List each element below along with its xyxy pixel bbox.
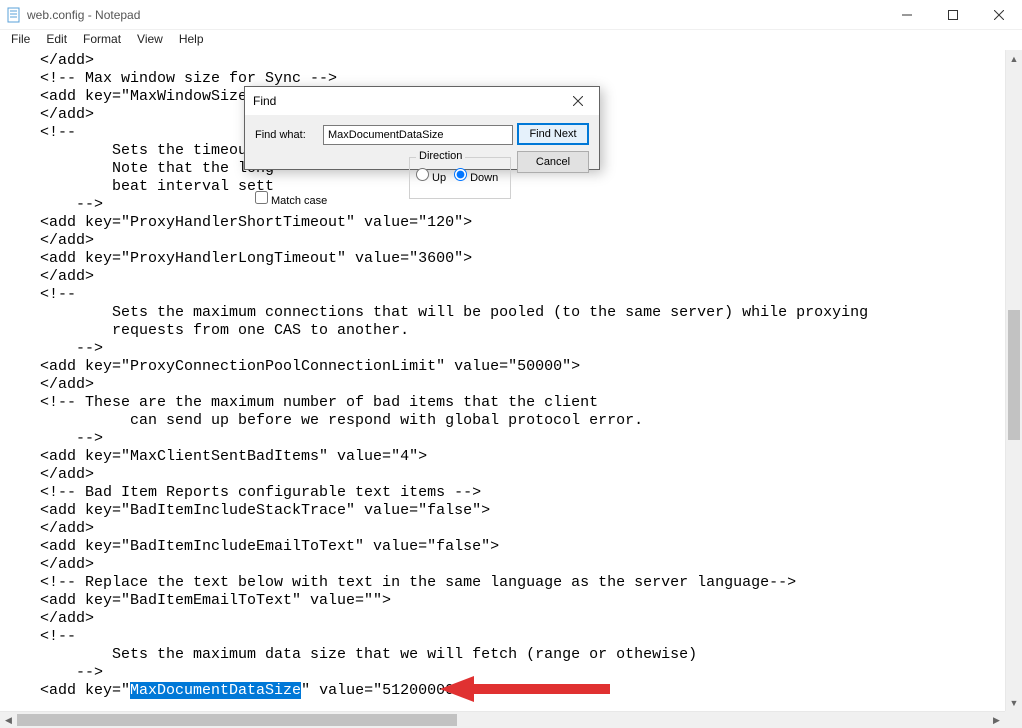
maximize-button[interactable] [930,0,976,30]
text-line: </add> [4,268,1020,286]
find-dialog-title: Find [253,94,563,108]
text-line: <!-- [4,628,1020,646]
find-what-input[interactable] [323,125,513,145]
text-line: --> [4,664,1020,682]
vertical-scrollbar[interactable]: ▲ ▼ [1005,50,1022,711]
menu-file[interactable]: File [4,30,37,48]
text-line: <!-- Replace the text below with text in… [4,574,1020,592]
find-dialog: Find Find what: Find Next Cancel Directi… [244,86,600,170]
titlebar: web.config - Notepad [0,0,1022,30]
find-close-button[interactable] [563,90,593,112]
text-line: <add key="ProxyHandlerShortTimeout" valu… [4,214,1020,232]
close-button[interactable] [976,0,1022,30]
find-next-button[interactable]: Find Next [517,123,589,145]
scroll-right-arrow[interactable]: ▶ [988,715,1005,726]
text-line: can send up before we respond with globa… [4,412,1020,430]
menubar: File Edit Format View Help [0,30,1022,50]
text-line: <!-- Bad Item Reports configurable text … [4,484,1020,502]
text-line: <add key="BadItemEmailToText" value=""> [4,592,1020,610]
text-line: </add> [4,466,1020,484]
text-line: </add> [4,52,1020,70]
scroll-down-arrow[interactable]: ▼ [1006,694,1022,711]
menu-view[interactable]: View [130,30,170,48]
direction-up[interactable]: Up [416,168,446,184]
text-line: </add> [4,610,1020,628]
text-line: </add> [4,556,1020,574]
horizontal-scroll-thumb[interactable] [17,714,457,726]
text-line: <!-- [4,286,1020,304]
text-line: <add key="BadItemIncludeEmailToText" val… [4,538,1020,556]
search-match-highlight: MaxDocumentDataSize [130,682,301,699]
text-line: requests from one CAS to another. [4,322,1020,340]
text-line: <add key="ProxyConnectionPoolConnectionL… [4,358,1020,376]
text-line-highlighted: <add key="MaxDocumentDataSize" value="51… [4,682,1020,700]
direction-legend: Direction [416,150,465,162]
menu-format[interactable]: Format [76,30,128,48]
text-line: <!-- These are the maximum number of bad… [4,394,1020,412]
direction-group: Direction Up Down [409,157,511,199]
menu-edit[interactable]: Edit [39,30,74,48]
minimize-button[interactable] [884,0,930,30]
text-line: <add key="MaxClientSentBadItems" value="… [4,448,1020,466]
text-line: Sets the maximum data size that we will … [4,646,1020,664]
horizontal-scrollbar[interactable]: ◀ ▶ [0,711,1005,728]
text-line: <add key="ProxyHandlerLongTimeout" value… [4,250,1020,268]
scroll-left-arrow[interactable]: ◀ [0,715,17,726]
menu-help[interactable]: Help [172,30,211,48]
find-what-label: Find what: [255,129,315,141]
text-line: </add> [4,376,1020,394]
text-line: <add key="BadItemIncludeStackTrace" valu… [4,502,1020,520]
window-title: web.config - Notepad [27,8,140,22]
text-line: --> [4,196,1020,214]
text-line: </add> [4,232,1020,250]
scrollbar-corner [1005,711,1022,728]
text-line: beat interval sett [4,178,1020,196]
text-line: </add> [4,520,1020,538]
direction-down[interactable]: Down [454,168,498,184]
text-line: --> [4,430,1020,448]
find-dialog-titlebar[interactable]: Find [245,87,599,115]
scroll-up-arrow[interactable]: ▲ [1006,50,1022,67]
notepad-icon [6,7,22,23]
text-line: Sets the maximum connections that will b… [4,304,1020,322]
match-case-checkbox[interactable]: Match case [255,191,327,207]
find-cancel-button[interactable]: Cancel [517,151,589,173]
vertical-scroll-thumb[interactable] [1008,310,1020,440]
text-line: --> [4,340,1020,358]
